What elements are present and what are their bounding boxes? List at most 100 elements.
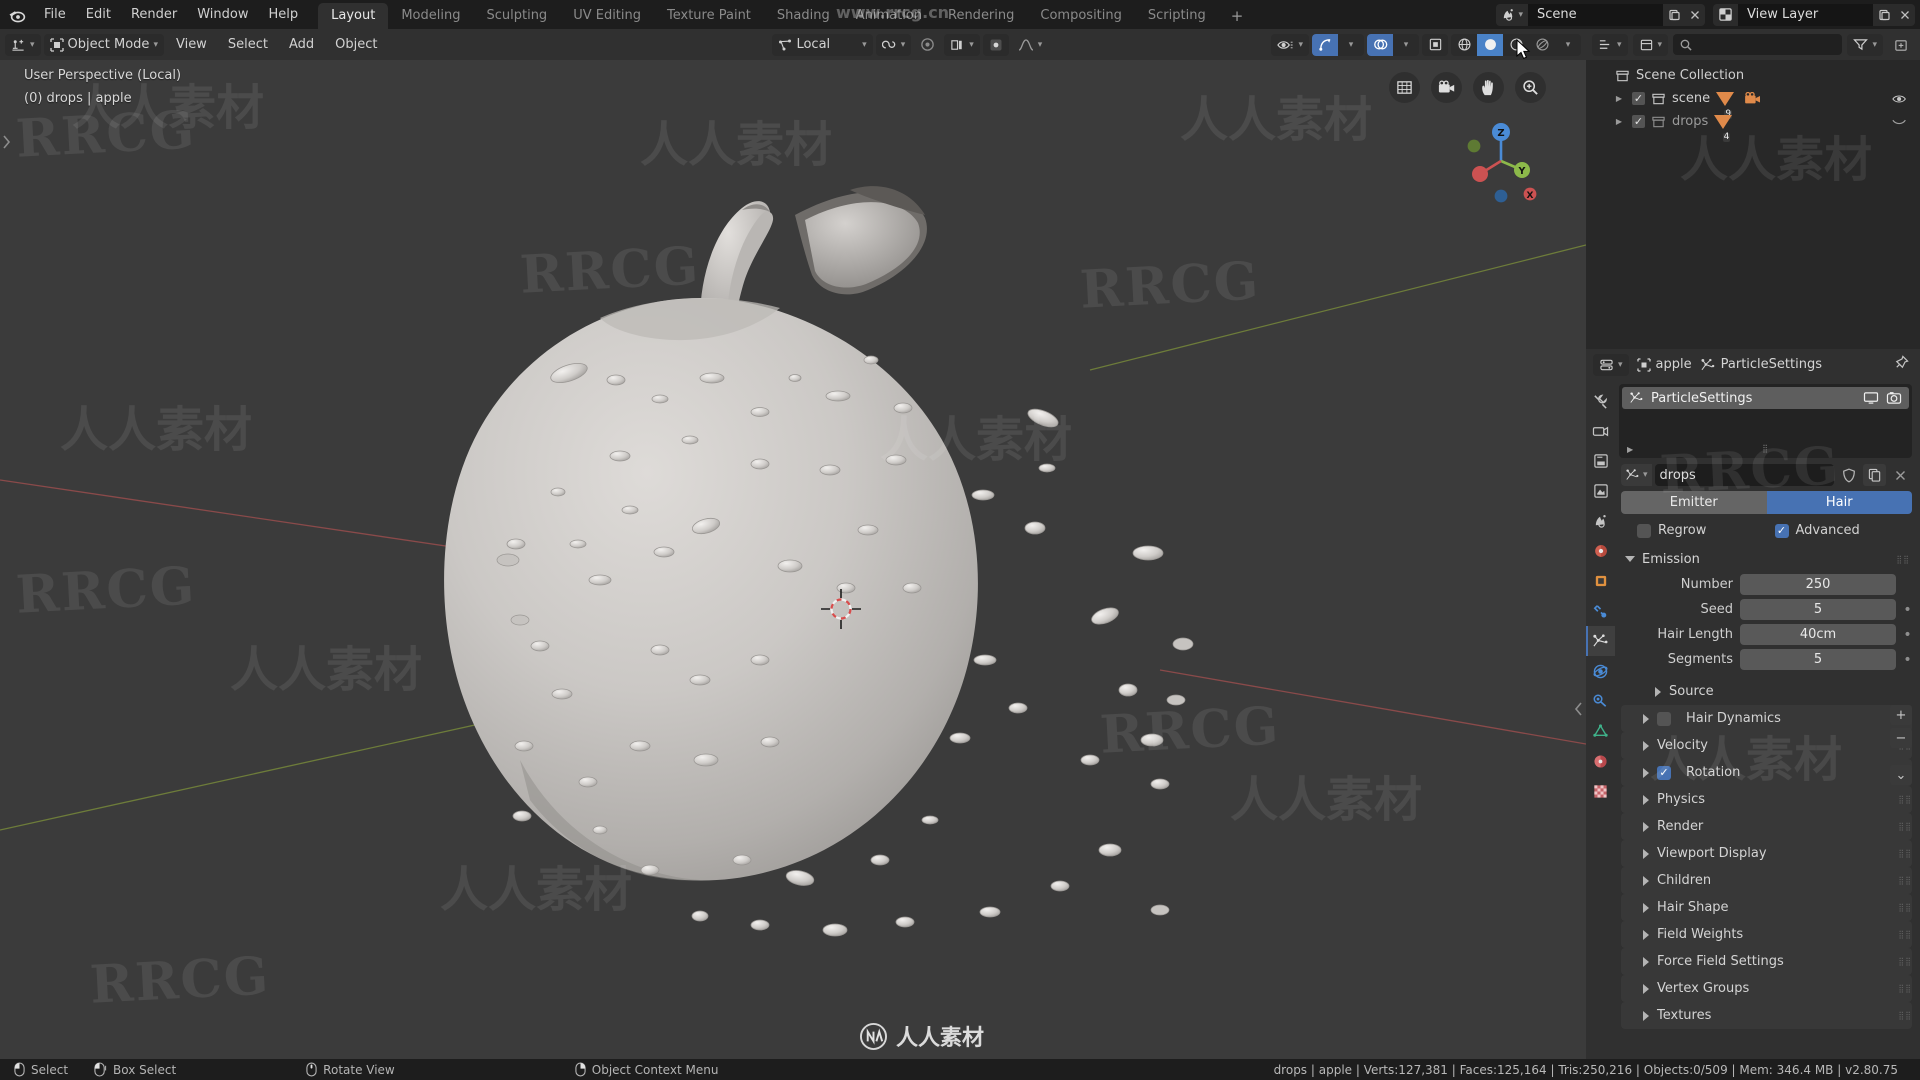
viewport-display-icon[interactable] (1863, 391, 1879, 404)
hair-dynamics-checkbox[interactable] (1657, 711, 1671, 726)
particle-system-list[interactable]: ParticleSettings ▶ ⣿ (1619, 384, 1912, 458)
view-layer-selector[interactable]: View Layer (1713, 3, 1915, 26)
panel-header-textures[interactable]: Textures ⣿⣿ (1621, 1002, 1912, 1029)
tab-texture-paint[interactable]: Texture Paint (654, 3, 764, 29)
snapping-toggle[interactable]: ▾ (875, 33, 912, 56)
tab-animation[interactable]: Animation (843, 3, 935, 29)
particle-system-item[interactable]: ParticleSettings (1622, 387, 1909, 409)
menu-window[interactable]: Window (187, 4, 258, 25)
shading-wireframe-button[interactable] (1451, 34, 1477, 56)
gizmo-options-dropdown[interactable]: ▾ (1338, 34, 1364, 56)
visibility-selector[interactable]: ▾ (1271, 33, 1309, 56)
panel-header-viewport-display[interactable]: Viewport Display ⣿⣿ (1621, 840, 1912, 867)
scene-icon[interactable]: ▾ (1496, 3, 1528, 26)
eye-icon[interactable] (1892, 93, 1908, 105)
interaction-mode-selector[interactable]: Object Mode ▾ (43, 33, 164, 56)
show-overlays-toggle[interactable] (1367, 33, 1393, 56)
toolbar-expand-arrow-icon[interactable] (1, 133, 13, 151)
regrow-checkbox[interactable] (1637, 523, 1651, 538)
properties-tab-object-data[interactable] (1586, 716, 1615, 746)
blender-logo-icon[interactable] (0, 0, 34, 29)
outliner-editor[interactable]: ▾ ▾ ▾ Scene Collection ▶ ✓ scene 9 ▶ ✓ d… (1586, 29, 1920, 349)
duplicate-datablock-button[interactable] (1863, 464, 1886, 486)
editor-type-selector[interactable]: ▾ (5, 33, 41, 56)
panel-header-vertex-groups[interactable]: Vertex Groups ⣿⣿ (1621, 975, 1912, 1002)
tab-rendering[interactable]: Rendering (935, 3, 1027, 29)
apple-model[interactable] (0, 60, 1586, 1059)
toggle-camera-perspective-icon[interactable] (1389, 72, 1420, 103)
pivot-point-selector[interactable]: ▾ (944, 33, 980, 56)
particle-type-hair-button[interactable]: Hair (1766, 491, 1912, 514)
viewport-menu-select[interactable]: Select (219, 34, 277, 56)
properties-tab-object[interactable] (1586, 566, 1615, 596)
sidebar-expand-arrow-icon[interactable] (1572, 700, 1584, 718)
properties-tab-modifier[interactable] (1586, 596, 1615, 626)
tab-layout[interactable]: Layout (318, 3, 389, 29)
properties-tab-texture[interactable] (1586, 776, 1615, 806)
panel-header-render[interactable]: Render ⣿⣿ (1621, 813, 1912, 840)
menu-render[interactable]: Render (121, 4, 187, 25)
overlay-options-dropdown[interactable]: ▾ (1393, 34, 1419, 56)
panel-header-emission[interactable]: Emission ⣿⣿ (1615, 548, 1920, 570)
panel-header-rotation[interactable]: Rotation ⣿⣿ (1621, 759, 1912, 786)
properties-tab-render[interactable] (1586, 416, 1615, 446)
outliner-row-drops[interactable]: ▶ drops 4 (1586, 110, 1920, 142)
show-gizmo-toggle[interactable] (1312, 33, 1338, 56)
panel-header-children[interactable]: Children ⣿⣿ (1621, 867, 1912, 894)
panel-header-hair-shape[interactable]: Hair Shape ⣿⣿ (1621, 894, 1912, 921)
properties-tab-particles[interactable] (1586, 626, 1615, 656)
animate-dot-segments[interactable]: • (1903, 653, 1912, 667)
browse-particle-settings-button[interactable]: ▾ (1621, 464, 1652, 486)
tab-shading[interactable]: Shading (764, 3, 843, 29)
view-layer-name-field[interactable]: View Layer (1738, 3, 1873, 26)
animate-dot-hair-length[interactable]: • (1903, 628, 1912, 642)
shading-rendered-button[interactable] (1529, 34, 1555, 56)
panel-header-source[interactable]: Source (1615, 678, 1912, 705)
add-particle-system-button[interactable]: + (1890, 705, 1912, 725)
remove-view-layer-button[interactable] (1894, 3, 1915, 26)
outliner-search-input[interactable] (1673, 34, 1843, 55)
breadcrumb-particlesettings[interactable]: ParticleSettings (1700, 357, 1822, 372)
render-display-icon[interactable] (1886, 391, 1902, 405)
proportional-falloff-selector[interactable]: ▾ (1012, 34, 1049, 56)
new-view-layer-button[interactable] (1873, 3, 1894, 26)
field-value-segments[interactable]: 5 (1740, 649, 1896, 670)
outliner-checkbox-scene[interactable] (1632, 92, 1645, 105)
panel-header-physics[interactable]: Physics ⣿⣿ (1621, 786, 1912, 813)
field-value-number[interactable]: 250 (1740, 574, 1896, 595)
animate-dot-seed[interactable]: • (1903, 603, 1912, 617)
toggle-xray-button[interactable] (1422, 34, 1448, 56)
properties-tab-tool[interactable] (1586, 386, 1615, 416)
disclosure-triangle-icon[interactable]: ▶ (1612, 94, 1626, 103)
outliner-editor-type-selector[interactable]: ▾ (1592, 33, 1628, 56)
viewport-menu-view[interactable]: View (167, 34, 216, 56)
unlink-scene-button[interactable] (1684, 3, 1705, 26)
scene-selector[interactable]: ▾ Scene (1496, 3, 1705, 26)
move-view-hand-icon[interactable] (1473, 72, 1504, 103)
properties-tab-world[interactable] (1586, 536, 1615, 566)
properties-editor-type-selector[interactable]: ▾ (1593, 353, 1629, 376)
unlink-datablock-button[interactable] (1889, 464, 1912, 486)
navigation-gizmo[interactable]: Z Y X (1458, 118, 1544, 204)
panel-header-velocity[interactable]: Velocity ⣿⣿ (1621, 732, 1912, 759)
outliner-row-scene[interactable]: ▶ scene 9 (1586, 87, 1920, 119)
properties-tab-output[interactable] (1586, 446, 1615, 476)
viewport-menu-add[interactable]: Add (280, 34, 323, 56)
tab-sculpting[interactable]: Sculpting (473, 3, 560, 29)
properties-tab-constraints[interactable] (1586, 686, 1615, 716)
menu-file[interactable]: File (34, 4, 76, 25)
panel-header-hair-dynamics[interactable]: Hair Dynamics ⣿⣿ (1621, 705, 1912, 732)
panel-header-field-weights[interactable]: Field Weights ⣿⣿ (1621, 921, 1912, 948)
shading-solid-button[interactable] (1477, 33, 1503, 56)
menu-help[interactable]: Help (259, 4, 309, 25)
particle-settings-name-field[interactable]: drops (1654, 464, 1834, 486)
tab-compositing[interactable]: Compositing (1027, 3, 1135, 29)
eye-closed-icon[interactable] (1892, 117, 1908, 127)
panel-header-force-field-settings[interactable]: Force Field Settings ⣿⣿ (1621, 948, 1912, 975)
rotation-checkbox[interactable] (1657, 765, 1671, 780)
particle-system-specials-button[interactable]: ⌄ (1890, 765, 1912, 785)
remove-particle-system-button[interactable]: − (1890, 728, 1912, 748)
list-resize-grip[interactable]: ⣿ (1762, 444, 1769, 453)
properties-tab-physics[interactable] (1586, 656, 1615, 686)
properties-tab-scene[interactable] (1586, 506, 1615, 536)
